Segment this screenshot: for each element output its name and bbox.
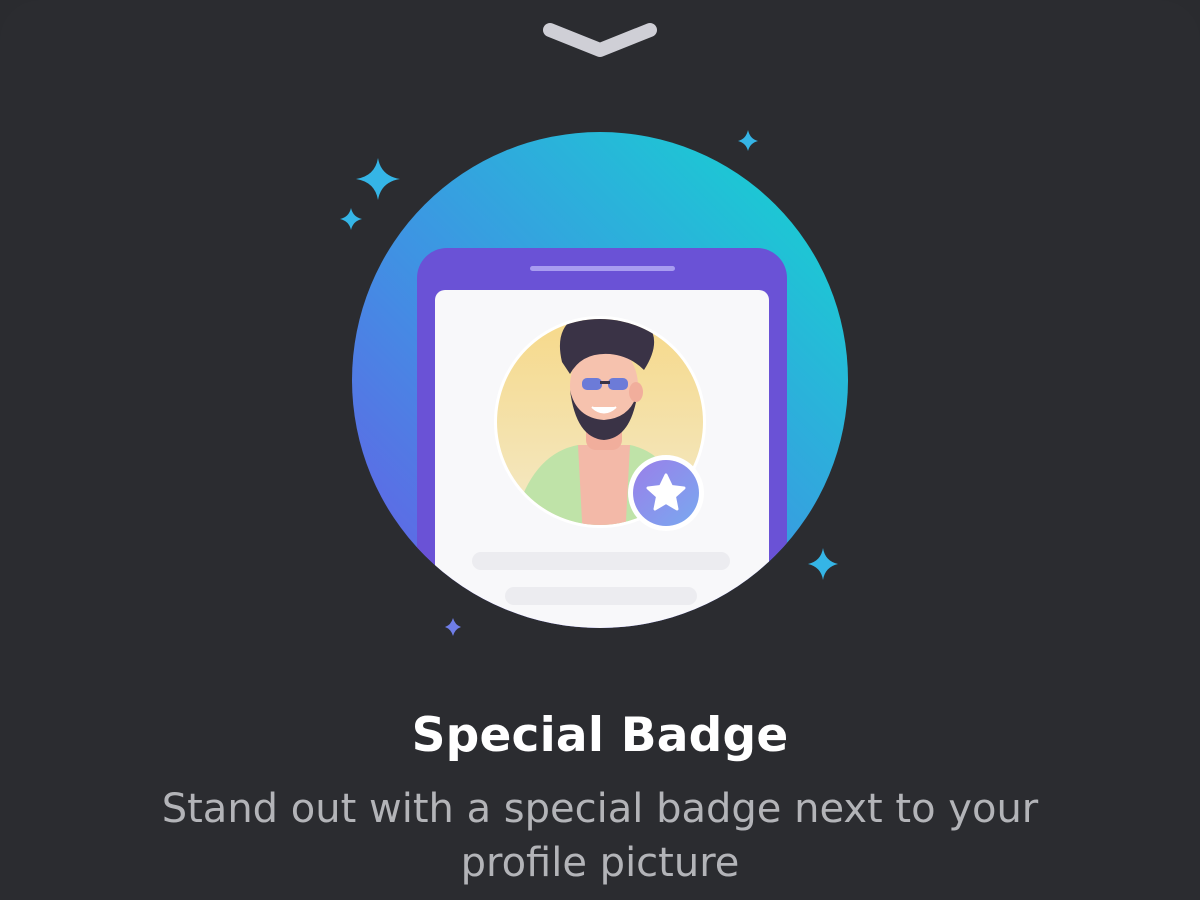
feature-title: Special Badge [411, 708, 789, 763]
dismiss-handle[interactable] [540, 18, 660, 62]
sparkle-icon [808, 548, 838, 580]
star-badge [628, 455, 704, 531]
feature-illustration [330, 120, 870, 650]
placeholder-line-1 [472, 552, 730, 570]
sparkle-icon [340, 208, 362, 230]
sparkle-icon [356, 158, 400, 200]
placeholder-line-2 [505, 587, 697, 605]
phone-speaker [530, 266, 675, 271]
sparkle-icon [738, 130, 758, 151]
bottom-sheet: Special Badge Stand out with a special b… [0, 0, 1200, 900]
sparkle-icon [445, 618, 461, 636]
feature-description: Stand out with a special badge next to y… [161, 786, 1039, 886]
chevron-down-icon [543, 23, 657, 57]
